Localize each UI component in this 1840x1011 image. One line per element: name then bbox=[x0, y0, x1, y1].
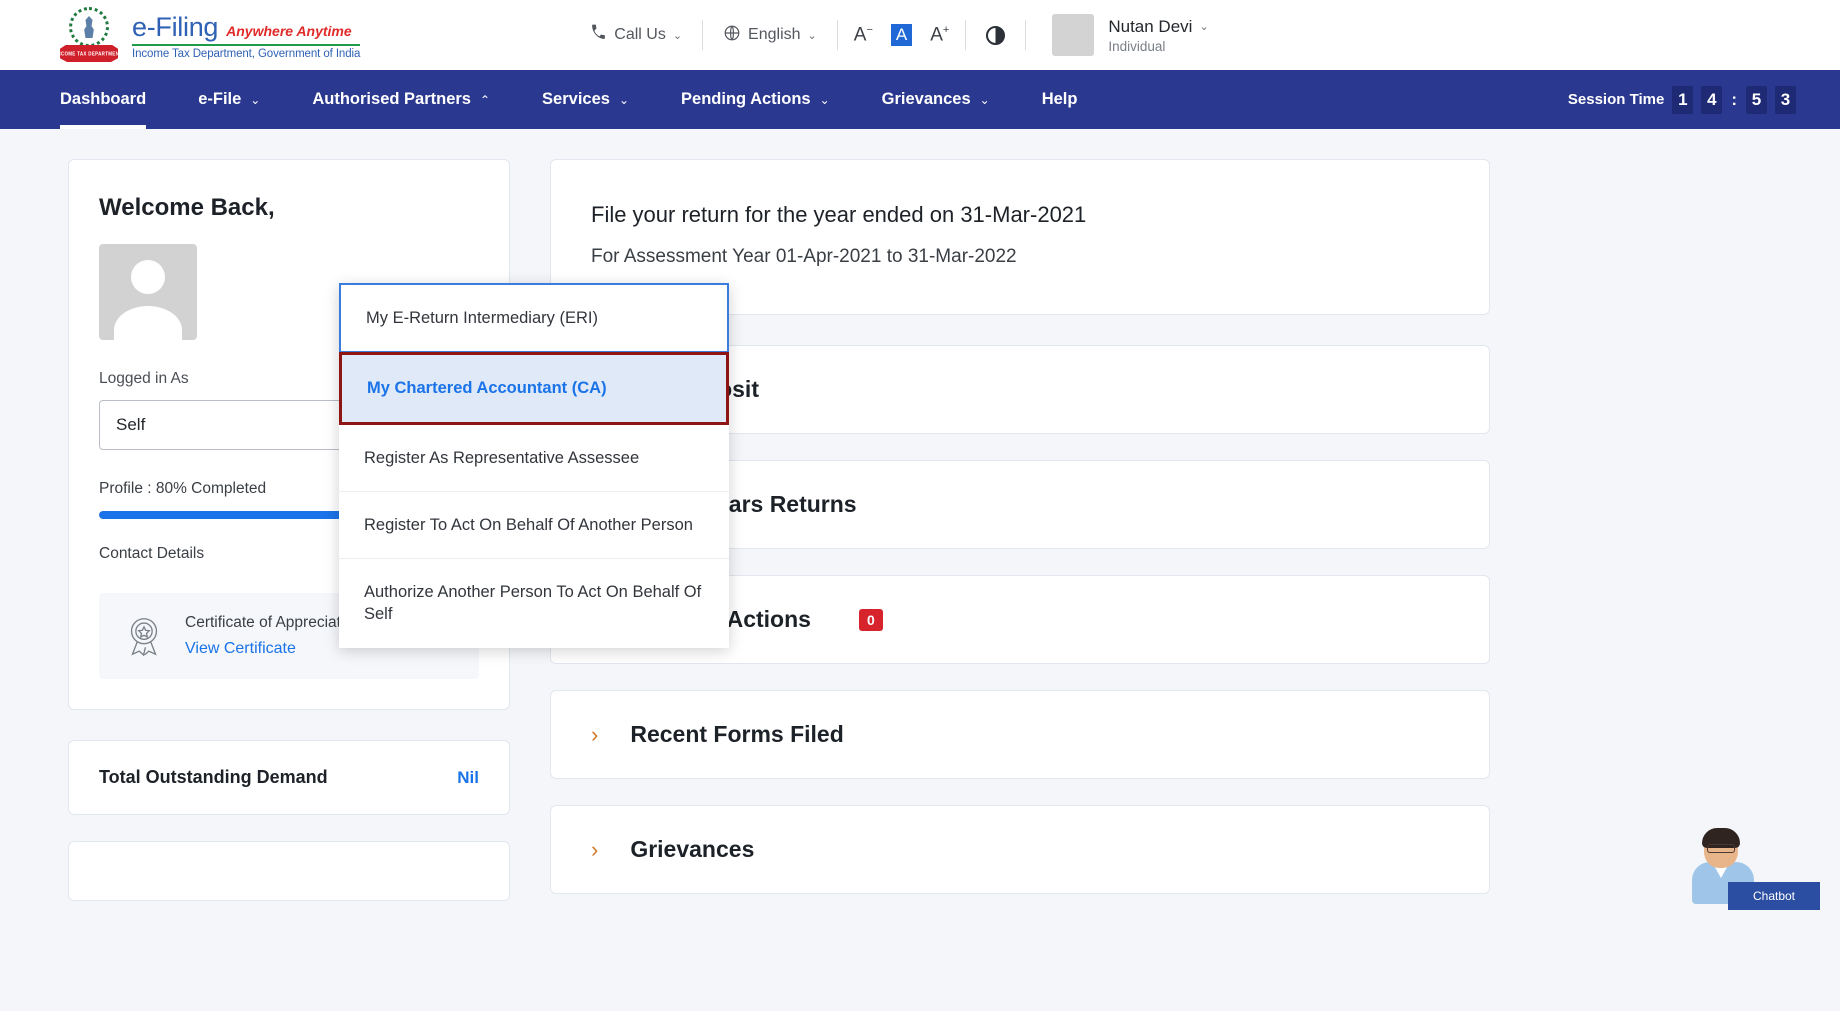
emblem-ribbon-text: INCOME TAX DEPARTMENT bbox=[56, 51, 122, 57]
user-type: Individual bbox=[1108, 39, 1208, 54]
outstanding-demand-card: Total Outstanding Demand Nil bbox=[68, 740, 510, 815]
session-colon: : bbox=[1730, 90, 1738, 110]
header-divider bbox=[1025, 20, 1026, 50]
chatbot-button[interactable]: Chatbot bbox=[1728, 882, 1820, 910]
nav-label: Pending Actions bbox=[681, 90, 811, 109]
india-emblem-icon: INCOME TAX DEPARTMENT bbox=[60, 5, 118, 65]
call-us-label: Call Us bbox=[614, 26, 666, 44]
dropdown-item-register-act-behalf-another[interactable]: Register To Act On Behalf Of Another Per… bbox=[339, 492, 729, 559]
nav-item-e-file[interactable]: e-File ⌄ bbox=[198, 70, 260, 129]
session-digit-2: 4 bbox=[1701, 86, 1722, 114]
top-header-bar: INCOME TAX DEPARTMENT e-Filing Anywhere … bbox=[0, 0, 1840, 70]
header-tools: Call Us ⌄ English ⌄ A− A A+ Nutan Devi bbox=[570, 14, 1208, 56]
dropdown-item-authorize-another-person[interactable]: Authorize Another Person To Act On Behal… bbox=[339, 559, 729, 648]
authorised-partners-dropdown-menu: My E-Return Intermediary (ERI) My Charte… bbox=[339, 283, 729, 648]
session-digit-4: 3 bbox=[1775, 86, 1796, 114]
globe-icon bbox=[723, 24, 741, 47]
logged-in-as-value: Self bbox=[116, 415, 145, 435]
view-certificate-link[interactable]: View Certificate bbox=[185, 640, 362, 658]
brand-divider-rule bbox=[132, 44, 360, 47]
font-increase-button[interactable]: A+ bbox=[930, 24, 949, 46]
accordion-recent-forms-filed[interactable]: › Recent Forms Filed bbox=[550, 690, 1490, 779]
dropdown-item-register-representative-assessee[interactable]: Register As Representative Assessee bbox=[339, 425, 729, 492]
dropdown-item-my-eri[interactable]: My E-Return Intermediary (ERI) bbox=[339, 283, 729, 353]
contrast-toggle-button[interactable] bbox=[966, 26, 1025, 45]
nav-item-pending-actions[interactable]: Pending Actions ⌄ bbox=[681, 70, 830, 129]
outstanding-demand-value[interactable]: Nil bbox=[457, 768, 479, 788]
page-body: Welcome Back, Logged in As Self ▼ Profil… bbox=[0, 129, 1840, 920]
profile-avatar bbox=[99, 244, 197, 340]
chevron-down-icon: ⌄ bbox=[808, 29, 817, 42]
language-label: English bbox=[748, 26, 800, 44]
nav-label: Help bbox=[1042, 90, 1078, 109]
nav-label: Grievances bbox=[882, 90, 971, 109]
certificate-title: Certificate of Appreciation bbox=[185, 614, 362, 632]
main-navigation-bar: Dashboard e-File ⌄ Authorised Partners ⌃… bbox=[0, 70, 1840, 129]
status-badge: 0 bbox=[859, 609, 883, 631]
user-name-text: Nutan Devi bbox=[1108, 17, 1192, 37]
chevron-right-icon: › bbox=[591, 839, 598, 861]
next-card-stub bbox=[68, 841, 510, 901]
language-selector[interactable]: English ⌄ bbox=[703, 24, 837, 47]
brand-tagline: Anywhere Anytime bbox=[226, 23, 352, 39]
phone-icon bbox=[590, 24, 607, 46]
notice-title: File your return for the year ended on 3… bbox=[591, 202, 1449, 228]
user-name: Nutan Devi ⌄ bbox=[1108, 17, 1208, 37]
contrast-icon bbox=[986, 26, 1005, 45]
nav-label: Authorised Partners bbox=[312, 90, 471, 109]
nav-label: e-File bbox=[198, 90, 241, 109]
outstanding-demand-label: Total Outstanding Demand bbox=[99, 767, 328, 788]
call-us-button[interactable]: Call Us ⌄ bbox=[570, 24, 702, 46]
session-digit-1: 1 bbox=[1672, 86, 1693, 114]
contact-details-label: Contact Details bbox=[99, 545, 204, 563]
nav-item-dashboard[interactable]: Dashboard bbox=[60, 70, 146, 129]
chatbot-widget[interactable]: Chatbot bbox=[1690, 810, 1820, 910]
session-digit-3: 5 bbox=[1746, 86, 1767, 114]
font-size-controls: A− A A+ bbox=[838, 24, 966, 46]
brand-logo[interactable]: INCOME TAX DEPARTMENT e-Filing Anywhere … bbox=[60, 5, 360, 65]
dropdown-item-my-ca[interactable]: My Chartered Accountant (CA) bbox=[339, 352, 729, 424]
chevron-down-icon: ⌄ bbox=[619, 93, 629, 107]
nav-label: Dashboard bbox=[60, 90, 146, 109]
chevron-down-icon: ⌄ bbox=[250, 93, 260, 107]
session-timer: Session Time 1 4 : 5 3 bbox=[1568, 86, 1796, 114]
user-profile-menu[interactable]: Nutan Devi ⌄ Individual bbox=[1052, 14, 1208, 56]
nav-item-services[interactable]: Services ⌄ bbox=[542, 70, 629, 129]
nav-label: Services bbox=[542, 90, 610, 109]
brand-department: Income Tax Department, Government of Ind… bbox=[132, 48, 360, 60]
chevron-right-icon: › bbox=[591, 724, 598, 746]
session-timer-label: Session Time bbox=[1568, 91, 1664, 108]
brand-title: e-Filing bbox=[132, 12, 218, 43]
brand-text: e-Filing Anywhere Anytime Income Tax Dep… bbox=[132, 10, 360, 61]
page-title: Welcome Back, bbox=[99, 194, 479, 222]
chevron-down-icon: ⌄ bbox=[1199, 20, 1208, 33]
accordion-grievances[interactable]: › Grievances bbox=[550, 805, 1490, 894]
chevron-down-icon: ⌄ bbox=[673, 29, 682, 42]
accordion-label: Recent Forms Filed bbox=[630, 721, 843, 748]
chevron-down-icon: ⌄ bbox=[820, 93, 830, 107]
chevron-down-icon: ⌄ bbox=[980, 93, 990, 107]
chevron-up-icon: ⌃ bbox=[480, 93, 490, 107]
award-ribbon-icon bbox=[121, 613, 167, 659]
font-normal-button[interactable]: A bbox=[891, 24, 912, 46]
nav-item-grievances[interactable]: Grievances ⌄ bbox=[882, 70, 990, 129]
font-decrease-button[interactable]: A− bbox=[854, 24, 873, 46]
accordion-label: Grievances bbox=[630, 836, 754, 863]
notice-subtitle: For Assessment Year 01-Apr-2021 to 31-Ma… bbox=[591, 246, 1449, 268]
nav-item-help[interactable]: Help bbox=[1042, 70, 1078, 129]
nav-item-authorised-partners[interactable]: Authorised Partners ⌃ bbox=[312, 70, 490, 129]
avatar bbox=[1052, 14, 1094, 56]
